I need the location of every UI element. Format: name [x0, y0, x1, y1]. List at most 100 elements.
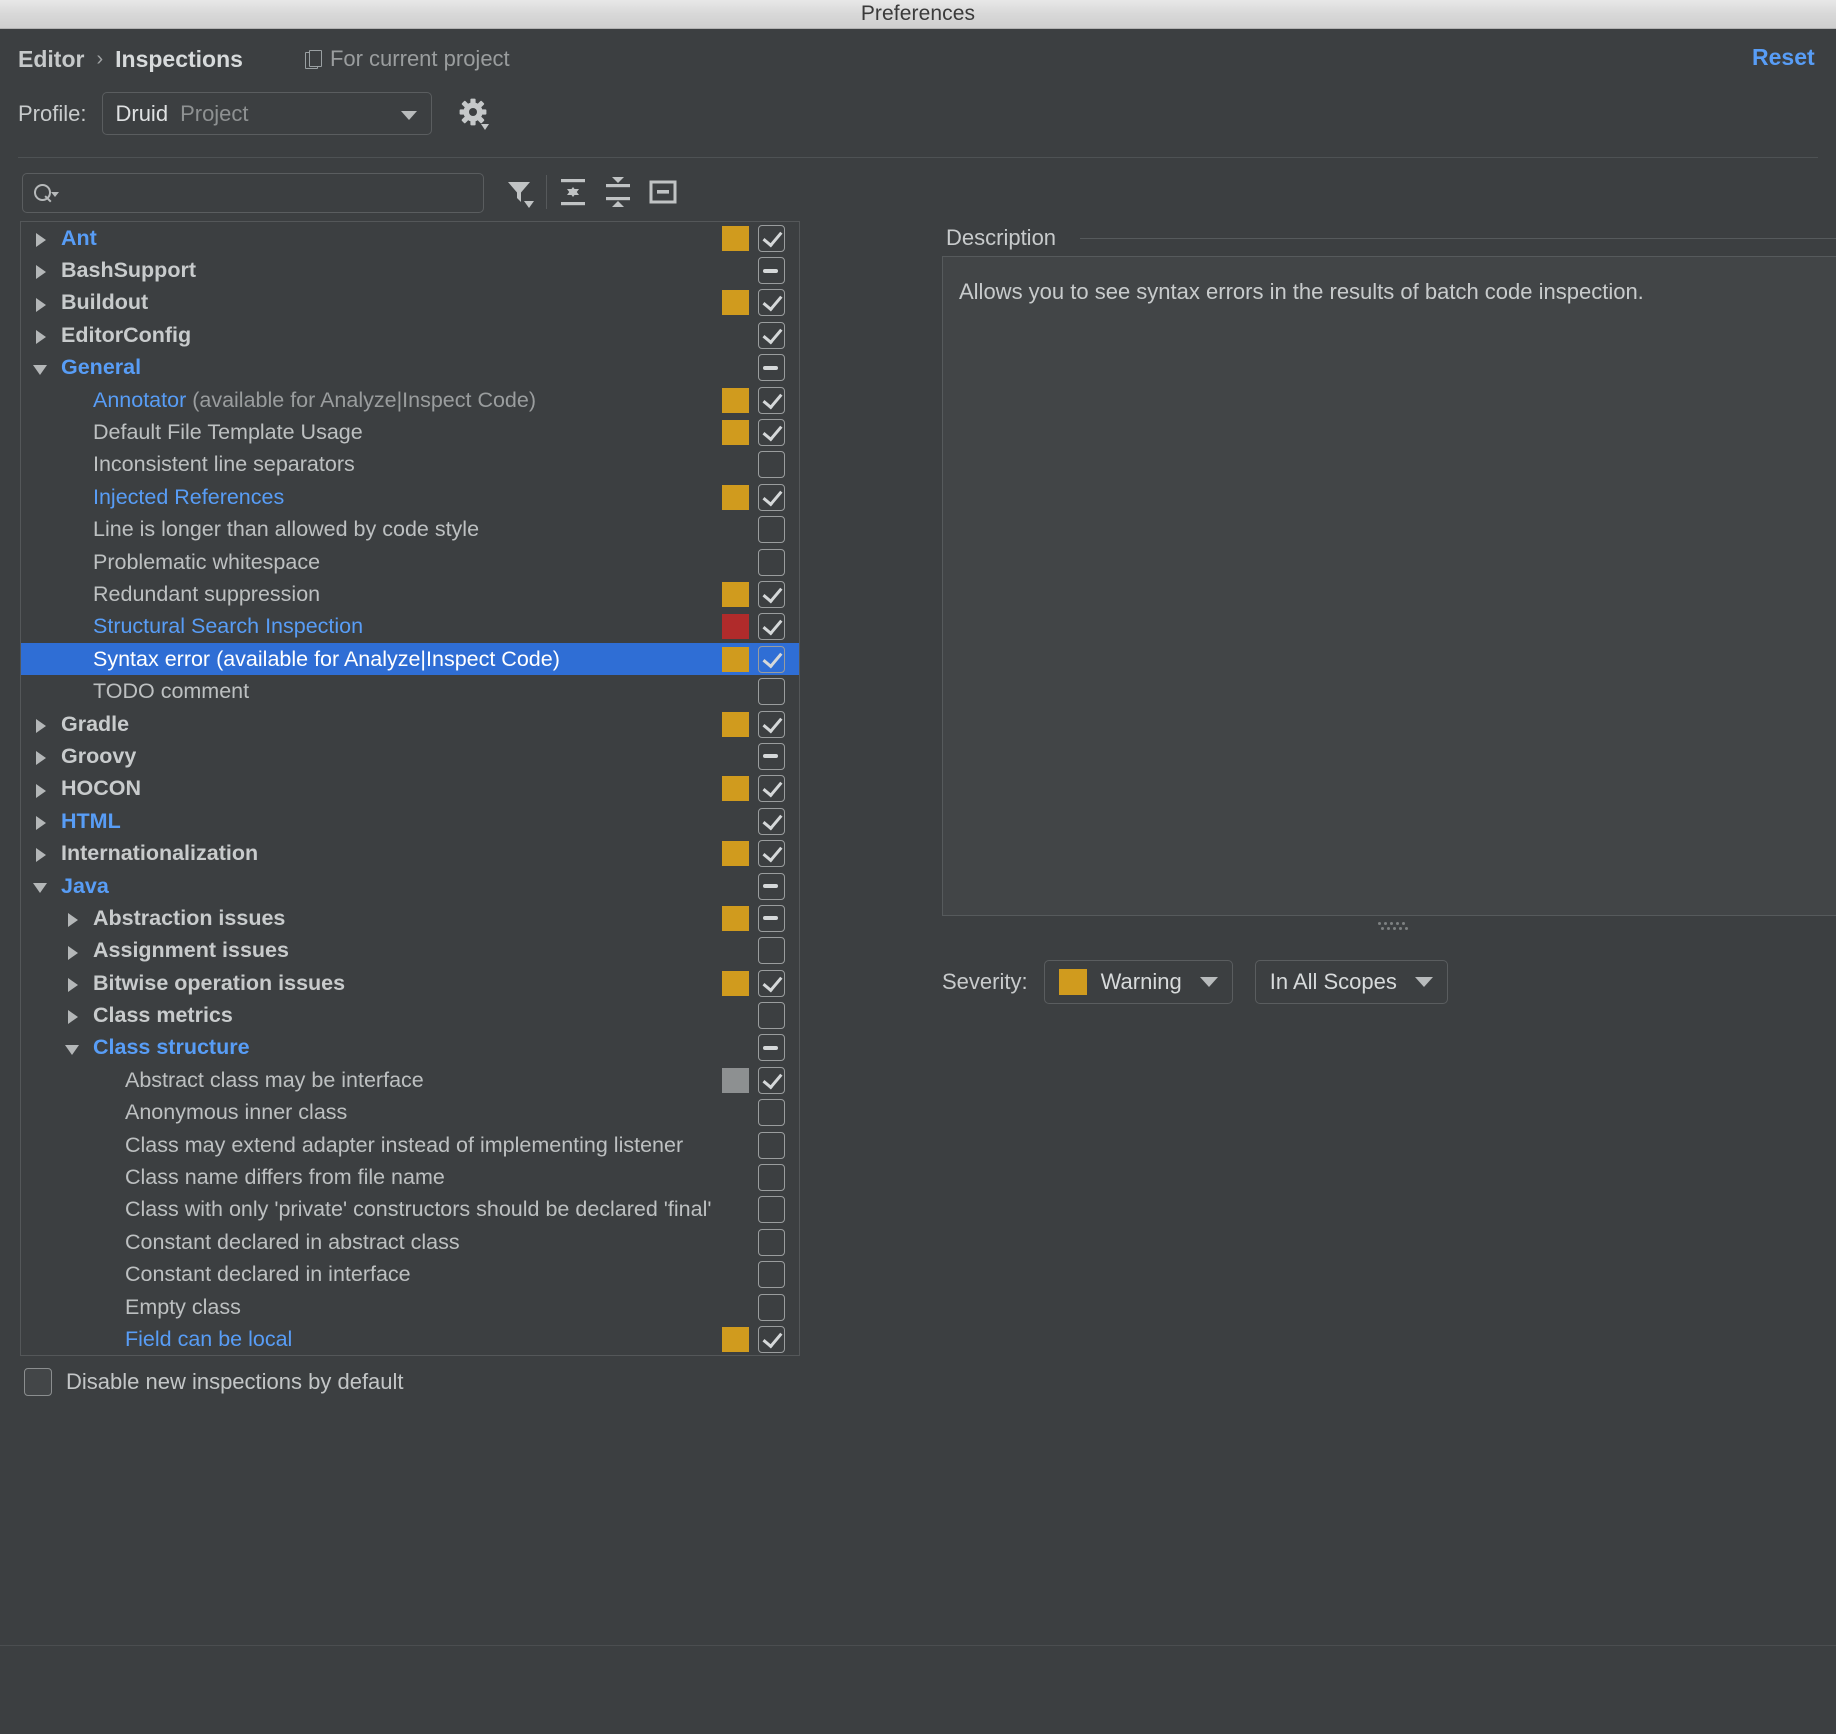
inspection-enabled-checkbox[interactable] — [758, 937, 785, 965]
inspection-enabled-checkbox[interactable] — [758, 710, 785, 738]
tree-item-row[interactable]: Annotator (available for Analyze|Inspect… — [21, 384, 799, 416]
chevron-right-icon[interactable] — [31, 837, 53, 869]
severity-swatch[interactable] — [722, 484, 749, 510]
inspection-enabled-checkbox[interactable] — [758, 289, 785, 317]
inspection-enabled-checkbox[interactable] — [758, 742, 785, 770]
tree-group-row[interactable]: Java — [21, 870, 799, 902]
tree-item-row[interactable]: Redundant suppression — [21, 578, 799, 610]
tree-item-row[interactable]: Field can be local — [21, 1323, 799, 1355]
tree-item-row[interactable]: Constant declared in abstract class — [21, 1226, 799, 1258]
tree-group-row[interactable]: Internationalization — [21, 837, 799, 869]
tree-item-row[interactable]: Class with only 'private' constructors s… — [21, 1194, 799, 1226]
tree-item-row[interactable]: Injected References — [21, 481, 799, 513]
inspection-enabled-checkbox[interactable] — [758, 451, 785, 479]
tree-item-row[interactable]: Problematic whitespace — [21, 546, 799, 578]
chevron-right-icon[interactable] — [31, 773, 53, 805]
severity-swatch[interactable] — [722, 970, 749, 996]
inspection-enabled-checkbox[interactable] — [758, 354, 785, 382]
tree-item-row[interactable]: Line is longer than allowed by code styl… — [21, 514, 799, 546]
severity-swatch[interactable] — [722, 905, 749, 931]
expand-all-button[interactable] — [556, 175, 590, 209]
chevron-right-icon[interactable] — [31, 740, 53, 772]
collapse-all-button[interactable] — [601, 175, 635, 209]
inspection-enabled-checkbox[interactable] — [758, 613, 785, 641]
description-resize-grip[interactable] — [1378, 922, 1412, 932]
tree-group-row[interactable]: Class metrics — [21, 999, 799, 1031]
chevron-down-icon[interactable] — [63, 1032, 85, 1064]
inspection-enabled-checkbox[interactable] — [758, 775, 785, 803]
chevron-right-icon[interactable] — [63, 902, 85, 934]
inspection-enabled-checkbox[interactable] — [758, 1099, 785, 1127]
inspections-tree[interactable]: Ant BashSupport Buildout EditorConfig Genera… — [21, 222, 799, 1355]
inspection-enabled-checkbox[interactable] — [758, 1228, 785, 1256]
tree-item-row[interactable]: Constant declared in interface — [21, 1259, 799, 1291]
chevron-right-icon[interactable] — [31, 254, 53, 286]
chevron-right-icon[interactable] — [63, 935, 85, 967]
disable-new-inspections-row[interactable]: Disable new inspections by default — [24, 1368, 404, 1396]
inspection-enabled-checkbox[interactable] — [758, 1066, 785, 1094]
severity-swatch[interactable] — [722, 290, 749, 316]
scope-combobox[interactable]: In All Scopes — [1254, 960, 1448, 1004]
severity-swatch[interactable] — [722, 711, 749, 737]
inspection-enabled-checkbox[interactable] — [758, 1293, 785, 1321]
severity-swatch[interactable] — [722, 420, 749, 446]
tree-group-row[interactable]: Gradle — [21, 708, 799, 740]
search-input[interactable] — [53, 181, 473, 205]
chevron-right-icon[interactable] — [31, 708, 53, 740]
chevron-right-icon[interactable] — [31, 222, 53, 254]
inspection-enabled-checkbox[interactable] — [758, 678, 785, 706]
inspection-enabled-checkbox[interactable] — [758, 807, 785, 835]
tree-item-row[interactable]: TODO comment — [21, 675, 799, 707]
tree-item-row[interactable]: Inconsistent line separators — [21, 449, 799, 481]
tree-item-row[interactable]: Syntax error (available for Analyze|Insp… — [21, 643, 799, 676]
tree-group-row[interactable]: General — [21, 352, 799, 384]
inspection-enabled-checkbox[interactable] — [758, 483, 785, 511]
chevron-down-icon[interactable] — [31, 870, 53, 902]
tree-group-row[interactable]: HOCON — [21, 773, 799, 805]
profile-settings-gear-button[interactable] — [458, 97, 492, 131]
reset-filter-button[interactable] — [646, 175, 680, 209]
tree-group-row[interactable]: BashSupport — [21, 254, 799, 286]
severity-swatch[interactable] — [722, 581, 749, 607]
tree-group-row[interactable]: HTML — [21, 805, 799, 837]
tree-group-row[interactable]: Ant — [21, 222, 799, 254]
tree-item-row[interactable]: Default File Template Usage — [21, 416, 799, 448]
inspection-enabled-checkbox[interactable] — [758, 386, 785, 414]
inspection-enabled-checkbox[interactable] — [758, 321, 785, 349]
chevron-right-icon[interactable] — [63, 999, 85, 1031]
tree-group-row[interactable]: Bitwise operation issues — [21, 967, 799, 999]
chevron-down-icon[interactable] — [31, 352, 53, 384]
inspection-enabled-checkbox[interactable] — [758, 1164, 785, 1192]
tree-item-row[interactable]: Class name differs from file name — [21, 1161, 799, 1193]
inspection-enabled-checkbox[interactable] — [758, 419, 785, 447]
inspection-enabled-checkbox[interactable] — [758, 580, 785, 608]
filter-button[interactable] — [502, 175, 536, 209]
tree-group-row[interactable]: Abstraction issues — [21, 902, 799, 934]
tree-group-row[interactable]: Buildout — [21, 287, 799, 319]
severity-swatch[interactable] — [722, 776, 749, 802]
inspection-enabled-checkbox[interactable] — [758, 1325, 785, 1353]
inspection-enabled-checkbox[interactable] — [758, 969, 785, 997]
severity-swatch[interactable] — [722, 841, 749, 867]
tree-item-row[interactable]: Structural Search Inspection — [21, 611, 799, 643]
inspection-enabled-checkbox[interactable] — [758, 516, 785, 544]
inspection-enabled-checkbox[interactable] — [758, 1196, 785, 1224]
tree-item-row[interactable]: Abstract class may be interface — [21, 1064, 799, 1096]
severity-swatch[interactable] — [722, 1067, 749, 1093]
severity-combobox[interactable]: Warning — [1043, 960, 1233, 1004]
tree-item-row[interactable]: Empty class — [21, 1291, 799, 1323]
severity-swatch[interactable] — [722, 614, 749, 640]
inspection-enabled-checkbox[interactable] — [758, 872, 785, 900]
chevron-right-icon[interactable] — [31, 319, 53, 351]
inspection-enabled-checkbox[interactable] — [758, 257, 785, 285]
inspection-enabled-checkbox[interactable] — [758, 1261, 785, 1289]
inspections-tree-panel[interactable]: Ant BashSupport Buildout EditorConfig Genera… — [20, 221, 800, 1356]
chevron-right-icon[interactable] — [63, 967, 85, 999]
reset-link[interactable]: Reset — [1752, 44, 1836, 71]
profile-combobox[interactable]: Druid Project — [102, 92, 433, 135]
inspection-enabled-checkbox[interactable] — [758, 840, 785, 868]
inspection-enabled-checkbox[interactable] — [758, 548, 785, 576]
tree-group-row[interactable]: Class structure — [21, 1032, 799, 1064]
tree-group-row[interactable]: Groovy — [21, 740, 799, 772]
severity-swatch[interactable] — [722, 1326, 749, 1352]
